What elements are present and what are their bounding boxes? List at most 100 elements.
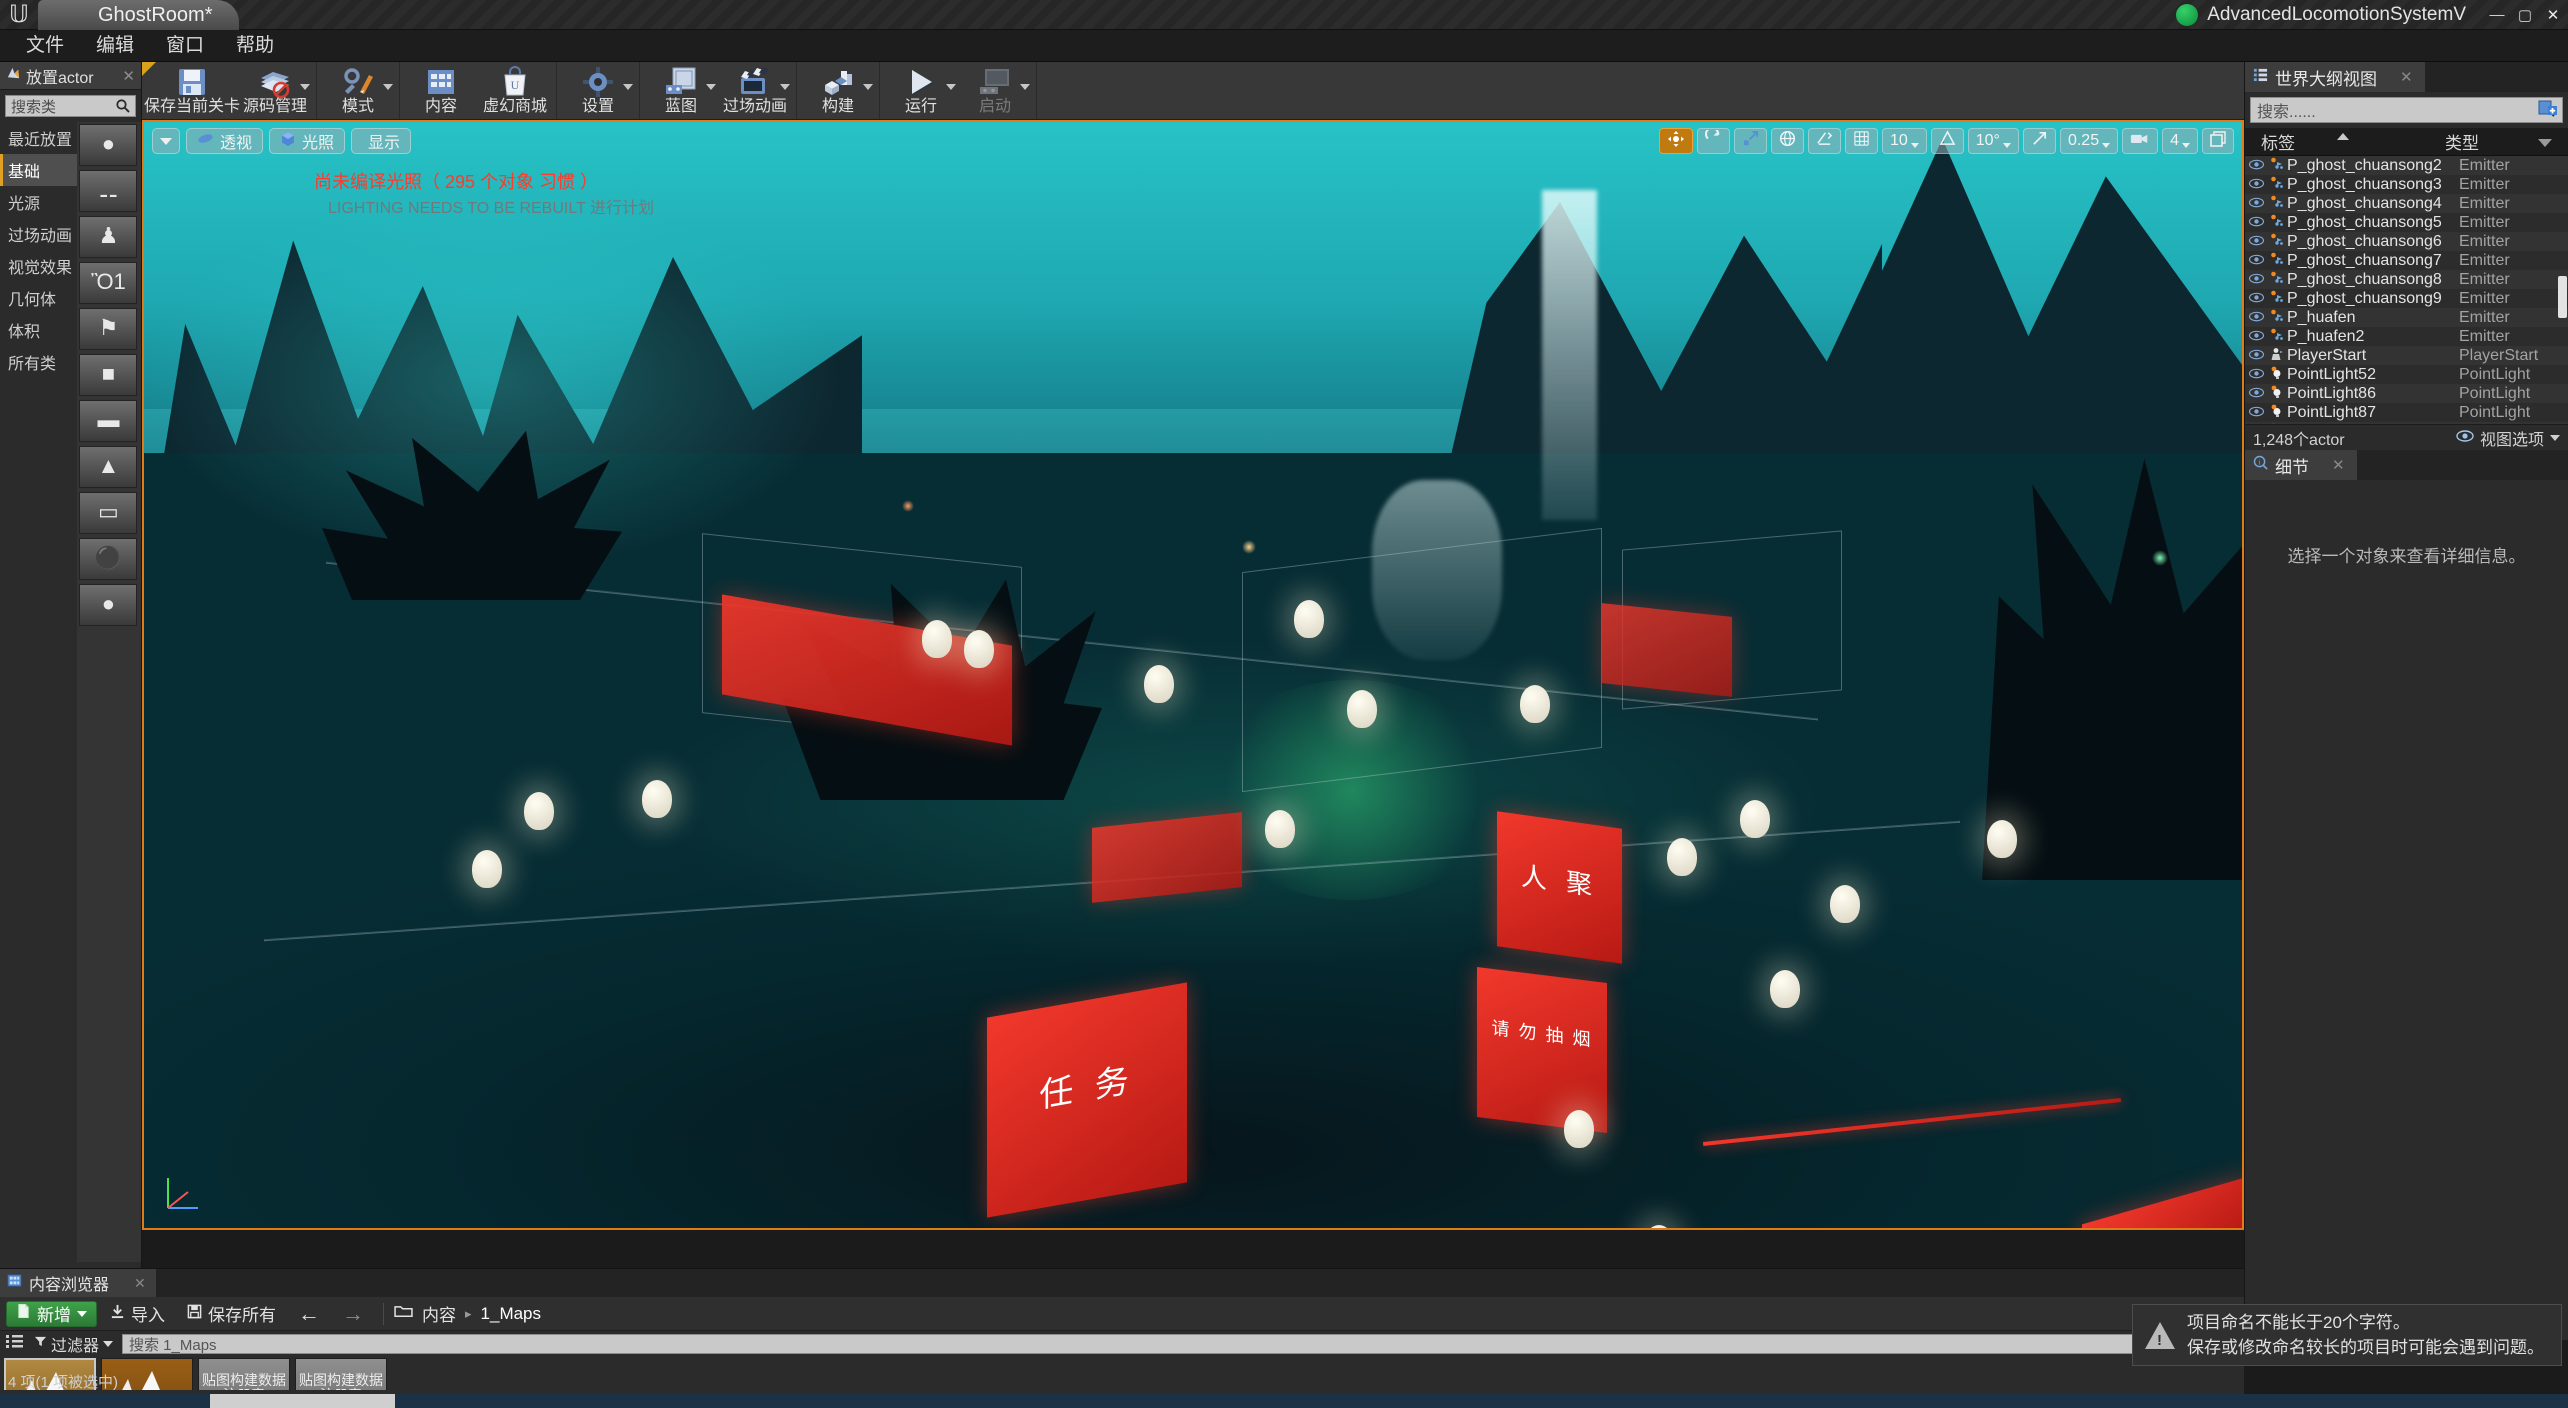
place-actors-thumb-pawn-thumb[interactable]: ♟ (79, 216, 138, 258)
outliner-row[interactable]: P_ghost_chuansong5 Emitter (2245, 213, 2568, 232)
place-actors-tab[interactable]: 放置actor ✕ (0, 62, 141, 90)
visibility-eye-icon[interactable] (2245, 348, 2267, 363)
outliner-row[interactable]: P_ghost_chuansong4 Emitter (2245, 194, 2568, 213)
chevron-down-icon[interactable] (2182, 143, 2190, 148)
save-all-button[interactable]: 保存所有 (178, 1301, 285, 1327)
toolbar-button-content[interactable]: 内容 (404, 62, 478, 119)
menu-item-1[interactable]: 编辑 (80, 30, 150, 62)
outliner-row[interactable]: P_ghost_chuansong2 Emitter (2245, 156, 2568, 175)
visibility-eye-icon[interactable] (2245, 386, 2267, 401)
viewport-control-grid-size[interactable]: 10 (1881, 128, 1927, 154)
add-new-button[interactable]: 新增 (6, 1300, 97, 1327)
outliner-search-input[interactable]: 搜索...... (2250, 97, 2563, 123)
outliner-scrollbar[interactable] (2558, 276, 2567, 318)
visibility-eye-icon[interactable] (2245, 234, 2267, 249)
place-actors-thumb-cone-thumb[interactable]: ▲ (79, 446, 138, 488)
viewport-control-translate-gizmo[interactable] (1658, 128, 1693, 154)
toolbar-button-play[interactable]: 运行 (884, 62, 958, 119)
visibility-eye-icon[interactable] (2245, 177, 2267, 192)
import-button[interactable]: 导入 (101, 1301, 174, 1327)
place-actors-category-3[interactable]: 过场动画 (0, 218, 77, 250)
toolbar-button-launch[interactable]: 启动 (958, 62, 1032, 119)
outliner-row[interactable]: P_huafen Emitter (2245, 308, 2568, 327)
place-actors-search[interactable]: 搜索类 (5, 95, 136, 117)
visibility-eye-icon[interactable] (2245, 367, 2267, 382)
outliner-row[interactable]: P_ghost_chuansong6 Emitter (2245, 232, 2568, 251)
outliner-col-label[interactable]: 标签 (2245, 129, 2445, 154)
outliner-row[interactable]: PointLight87 PointLight (2245, 403, 2568, 422)
viewport-button-lit[interactable]: 光照 (269, 128, 346, 154)
place-actors-category-2[interactable]: 光源 (0, 186, 77, 218)
menu-item-0[interactable]: 文件 (10, 30, 80, 62)
viewport-control-rotate-gizmo[interactable] (1696, 126, 1730, 154)
chevron-down-icon[interactable] (706, 84, 716, 90)
place-actors-thumb-cylinder-thumb[interactable]: ▬ (79, 400, 138, 442)
outliner-row[interactable]: PointLight86 PointLight (2245, 384, 2568, 403)
toolbar-button-marketplace[interactable]: U 虚幻商城 (478, 62, 552, 119)
toolbar-button-cinematics[interactable]: 过场动画 (718, 62, 792, 119)
outliner-row[interactable]: PlayerStart PlayerStart (2245, 346, 2568, 365)
chevron-down-icon[interactable] (1020, 84, 1030, 90)
place-actors-thumb-sphere2-thumb[interactable]: ● (79, 584, 138, 626)
forward-button[interactable]: → (333, 1301, 373, 1327)
content-browser-tab[interactable]: 内容浏览器 ✕ (0, 1269, 156, 1297)
content-search-input[interactable]: 搜索 1_Maps (122, 1334, 2239, 1354)
viewport-control-scale-size[interactable]: 0.25 (2059, 128, 2119, 154)
place-actors-category-1[interactable]: 基础 (0, 154, 78, 186)
outliner-row[interactable]: P_ghost_chuansong8 Emitter (2245, 270, 2568, 289)
place-actors-thumb-cube-thumb[interactable]: ■ (79, 354, 138, 396)
toolbar-button-modes[interactable]: 模式 (321, 62, 395, 119)
outliner-row[interactable]: PointLight52 PointLight (2245, 365, 2568, 384)
chevron-down-icon[interactable] (2002, 143, 2011, 148)
outliner-add-button[interactable] (2537, 98, 2561, 120)
place-actors-category-0[interactable]: 最近放置 (0, 122, 77, 154)
toolbar-button-save[interactable]: 保存当前关卡 (144, 62, 240, 119)
level-viewport[interactable]: 人 聚 任 务 请 勿 抽 烟 尚未编译光照（ 295 个对象 习惯 ） LIG… (142, 120, 2244, 1230)
toolbar-button-build[interactable]: 构建 (801, 62, 875, 119)
toolbar-button-settings-gear[interactable]: 设置 (561, 62, 635, 119)
outliner-row[interactable]: P_ghost_chuansong3 Emitter (2245, 175, 2568, 194)
place-actors-close-icon[interactable]: ✕ (122, 67, 135, 85)
menu-item-2[interactable]: 窗口 (150, 30, 220, 62)
menu-item-3[interactable]: 帮助 (220, 30, 290, 62)
outliner-row[interactable]: P_SnowEmitter (2245, 422, 2568, 424)
outliner-col-type[interactable]: 类型 (2445, 129, 2568, 154)
chevron-down-icon[interactable] (300, 84, 310, 90)
viewport-control-world-coord[interactable] (1770, 128, 1804, 154)
maximize-button[interactable]: ▢ (2512, 4, 2538, 26)
outliner-view-options[interactable]: 视图选项 (2456, 426, 2560, 450)
back-button[interactable]: ← (289, 1301, 329, 1327)
details-close-icon[interactable]: ✕ (2332, 456, 2345, 474)
visibility-eye-icon[interactable] (2245, 310, 2267, 325)
visibility-eye-icon[interactable] (2245, 329, 2267, 344)
place-actors-thumb-capsule-thumb[interactable]: ⚫ (79, 538, 138, 580)
viewport-control-angle-snap[interactable] (1930, 128, 1964, 154)
toolbar-button-source-control[interactable]: 源码管理 (238, 62, 312, 119)
viewport-control-maximize-viewport[interactable] (2202, 128, 2234, 154)
viewport-button-show[interactable]: 显示 (351, 128, 412, 154)
chevron-down-icon[interactable] (2538, 139, 2552, 147)
details-tab[interactable]: i 细节 ✕ (2245, 450, 2357, 480)
outliner-row[interactable]: P_huafen2 Emitter (2245, 327, 2568, 346)
toolbar-button-blueprint[interactable]: 蓝图 (644, 62, 718, 119)
visibility-eye-icon[interactable] (2245, 196, 2267, 211)
place-actors-category-4[interactable]: 视觉效果 (0, 250, 77, 282)
viewport-control-camera-speed[interactable] (2122, 128, 2159, 154)
viewport-control-grid-snap[interactable] (1844, 128, 1878, 154)
project-tab[interactable]: GhostRoom* (38, 0, 239, 30)
viewport-control-angle-size[interactable]: 10° (1967, 128, 2019, 154)
viewport-control-scale-snap[interactable] (2022, 128, 2056, 154)
chevron-down-icon[interactable] (780, 84, 790, 90)
chevron-down-icon[interactable] (2102, 143, 2111, 148)
place-actors-category-7[interactable]: 所有类 (0, 346, 77, 378)
chevron-down-icon[interactable] (946, 84, 956, 90)
outliner-list[interactable]: P_ghost_chuansong2 Emitter P_ghost_chuanso… (2245, 156, 2568, 424)
world-outliner-tab[interactable]: 世界大纲视图 ✕ (2245, 62, 2425, 92)
world-outliner-close-icon[interactable]: ✕ (2400, 68, 2413, 86)
viewport-control-scale-gizmo[interactable] (1733, 128, 1767, 154)
place-actors-category-6[interactable]: 体积 (0, 314, 77, 346)
place-actors-thumb-plane-thumb[interactable]: ▭ (79, 492, 138, 534)
place-actors-thumb-pointlight-thumb[interactable]: Ὂ1 (79, 262, 138, 304)
visibility-eye-icon[interactable] (2245, 272, 2267, 287)
filters-button[interactable]: 过滤器 (30, 1332, 117, 1356)
